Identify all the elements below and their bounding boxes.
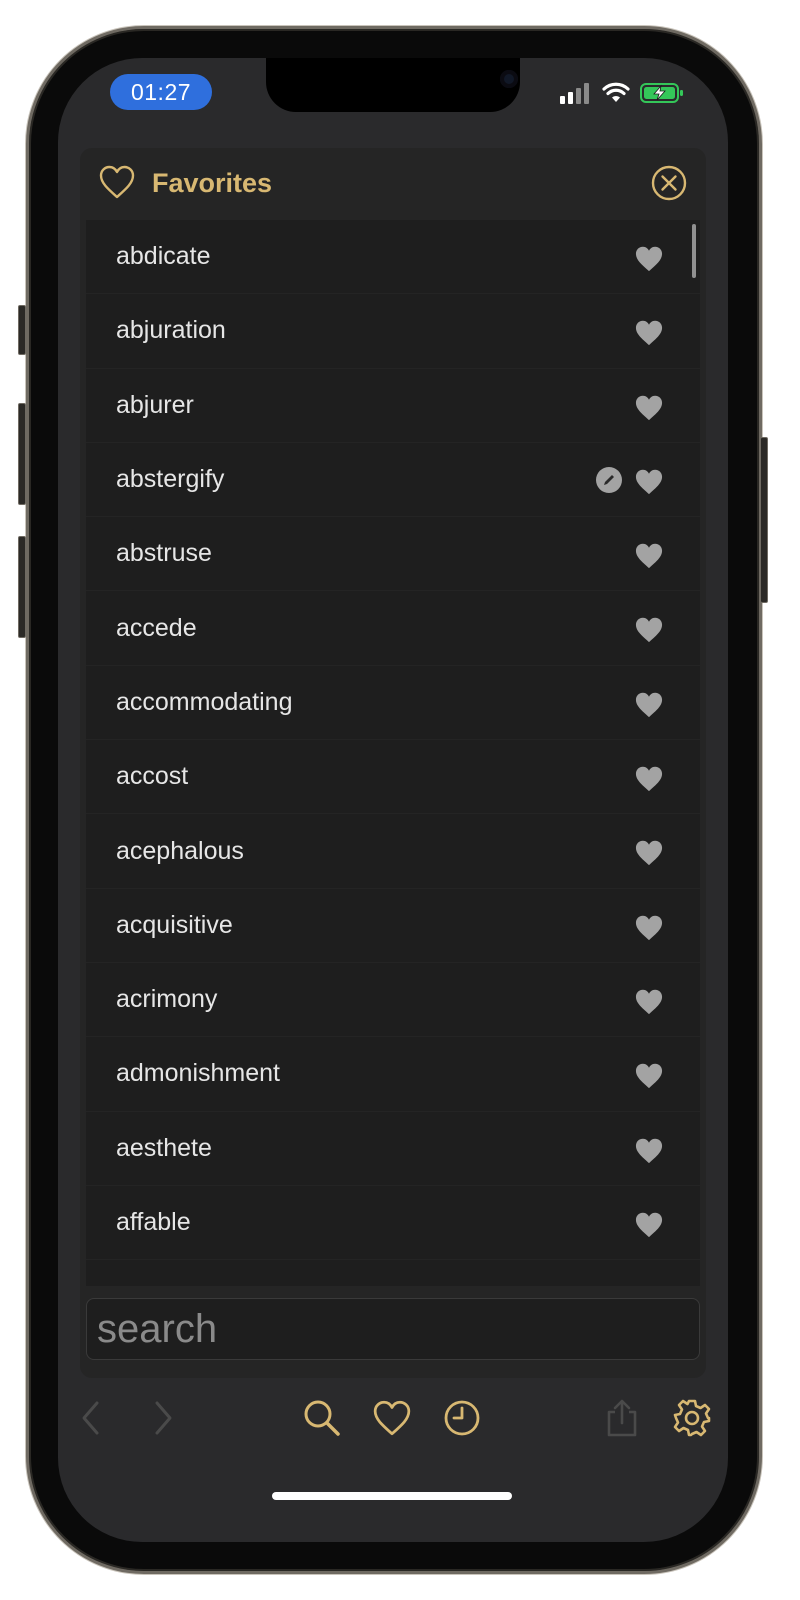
list-item[interactable]: abjuration bbox=[86, 294, 700, 369]
side-button-volume-up bbox=[18, 403, 26, 505]
list-item[interactable]: accede bbox=[86, 591, 700, 666]
list-item[interactable]: affable bbox=[86, 1186, 700, 1261]
status-bar: 01:27 bbox=[58, 58, 728, 134]
favorites-header: Favorites bbox=[80, 148, 706, 218]
list-item-label: accost bbox=[116, 762, 189, 791]
heart-filled-icon[interactable] bbox=[634, 987, 664, 1015]
side-button-volume-down bbox=[18, 536, 26, 638]
side-button-power bbox=[760, 437, 768, 603]
signal-icon bbox=[560, 83, 589, 104]
list-item[interactable]: acephalous bbox=[86, 814, 700, 889]
forward-icon[interactable] bbox=[150, 1398, 176, 1438]
list-item-label: acephalous bbox=[116, 836, 244, 865]
list-item[interactable]: abstruse bbox=[86, 517, 700, 592]
list-item-label: accommodating bbox=[116, 687, 293, 716]
camera-icon bbox=[500, 70, 518, 88]
heart-filled-icon[interactable] bbox=[634, 838, 664, 866]
favorites-list[interactable]: abdicate abjuration abjurer abstergify abstr… bbox=[86, 220, 700, 1286]
list-item-label: abdicate bbox=[116, 242, 211, 271]
back-icon[interactable] bbox=[78, 1398, 104, 1438]
list-item[interactable]: abjurer bbox=[86, 369, 700, 443]
battery-charging-icon bbox=[640, 83, 683, 103]
favorites-heart-icon bbox=[99, 165, 135, 199]
list-item[interactable]: admonishment bbox=[86, 1037, 700, 1112]
close-button[interactable] bbox=[650, 164, 688, 202]
scrollbar[interactable] bbox=[692, 224, 696, 278]
heart-filled-icon[interactable] bbox=[634, 913, 664, 941]
list-item[interactable]: acquisitive bbox=[86, 889, 700, 963]
heart-filled-icon[interactable] bbox=[634, 764, 664, 792]
heart-filled-icon[interactable] bbox=[634, 1061, 664, 1089]
note-pencil-icon[interactable] bbox=[596, 466, 622, 493]
heart-filled-icon[interactable] bbox=[634, 690, 664, 718]
list-item-label: affable bbox=[116, 1208, 191, 1236]
status-time: 01:27 bbox=[110, 74, 212, 110]
list-item-label: acrimony bbox=[116, 985, 218, 1014]
heart-filled-icon[interactable] bbox=[634, 393, 664, 421]
search-input[interactable] bbox=[86, 1298, 700, 1360]
list-item-label: acquisitive bbox=[116, 910, 233, 939]
status-icons bbox=[560, 82, 684, 104]
share-icon[interactable] bbox=[604, 1398, 640, 1438]
side-button-mute bbox=[18, 305, 26, 355]
list-item-label: abjurer bbox=[116, 390, 194, 419]
search-icon[interactable] bbox=[302, 1398, 342, 1438]
list-item-label: admonishment bbox=[116, 1059, 280, 1088]
panel-title: Favorites bbox=[152, 168, 273, 198]
list-item-label: abjuration bbox=[116, 316, 226, 345]
list-item-label: aesthete bbox=[116, 1133, 212, 1162]
heart-filled-icon[interactable] bbox=[634, 615, 664, 643]
screen: 01:27 Favorites abdicate abjuration abju… bbox=[58, 58, 728, 1542]
heart-filled-icon[interactable] bbox=[634, 318, 664, 346]
list-item-label: abstergify bbox=[116, 465, 225, 494]
home-indicator[interactable] bbox=[272, 1492, 512, 1500]
heart-filled-icon[interactable] bbox=[634, 541, 664, 569]
gear-icon[interactable] bbox=[672, 1398, 712, 1438]
heart-filled-icon[interactable] bbox=[634, 1136, 664, 1164]
list-item[interactable]: abdicate bbox=[86, 220, 700, 295]
notch bbox=[266, 58, 520, 112]
list-item[interactable]: accommodating bbox=[86, 666, 700, 741]
heart-filled-icon[interactable] bbox=[634, 244, 664, 272]
bottom-toolbar bbox=[58, 1378, 728, 1458]
heart-filled-icon[interactable] bbox=[634, 467, 664, 495]
heart-filled-icon[interactable] bbox=[634, 1210, 664, 1238]
list-item-label: abstruse bbox=[116, 539, 212, 568]
heart-icon[interactable] bbox=[372, 1398, 412, 1438]
favorites-panel: Favorites abdicate abjuration abjurer abste… bbox=[80, 148, 706, 1378]
list-item[interactable]: accost bbox=[86, 740, 700, 815]
list-item[interactable]: abstergify bbox=[86, 443, 700, 518]
list-item-label: accede bbox=[116, 613, 197, 642]
list-item[interactable]: aesthete bbox=[86, 1112, 700, 1186]
clock-icon[interactable] bbox=[442, 1398, 482, 1438]
wifi-icon bbox=[602, 82, 630, 102]
list-item[interactable]: acrimony bbox=[86, 963, 700, 1038]
